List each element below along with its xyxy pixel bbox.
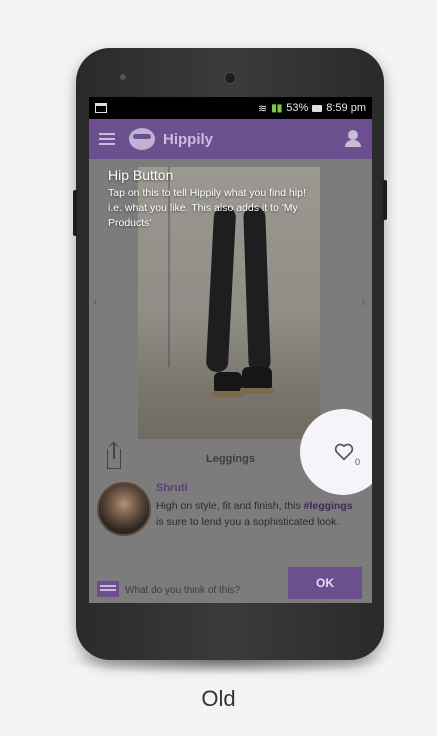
battery-icon xyxy=(312,104,323,112)
comment-input-row: OK xyxy=(89,567,372,603)
photo-shoe-left xyxy=(214,372,242,392)
carousel-next-arrow[interactable]: › xyxy=(361,293,366,309)
app-bar: Hippily xyxy=(89,119,372,159)
status-right: ≋ ▮▮ 53% 8:59 pm xyxy=(258,102,366,115)
volume-button xyxy=(73,190,77,236)
battery-percent: 53% xyxy=(286,102,309,114)
status-bar: ≋ ▮▮ 53% 8:59 pm xyxy=(89,97,372,119)
front-camera xyxy=(224,72,236,84)
photo-leg-right xyxy=(243,206,271,373)
comment-input[interactable] xyxy=(125,581,275,599)
featured-comment: Shruti High on style, fit and finish, th… xyxy=(97,482,367,562)
sensor-dot xyxy=(120,74,126,80)
signal-icon: ▮▮ xyxy=(271,102,283,114)
ok-button[interactable]: OK xyxy=(288,567,362,599)
app-title: Hippily xyxy=(163,130,214,148)
carousel-prev-arrow[interactable]: ‹ xyxy=(93,293,98,309)
comment-text: High on style, fit and finish, this #leg… xyxy=(156,498,362,530)
avatar[interactable] xyxy=(97,482,151,536)
like-count: 0 xyxy=(355,457,361,467)
comment-text-start: High on style, fit and finish, this xyxy=(156,500,304,512)
tooltip-title: Hip Button xyxy=(108,167,174,183)
comment-author[interactable]: Shruti xyxy=(156,482,188,494)
wifi-icon: ≋ xyxy=(257,102,268,115)
power-button xyxy=(383,180,387,220)
notification-icon xyxy=(95,103,107,113)
hippily-logo-icon xyxy=(129,128,155,150)
tooltip-body: Tap on this to tell Hippily what you fin… xyxy=(108,187,306,229)
photo-sole-right xyxy=(240,388,274,394)
photo-shoe-right xyxy=(242,367,272,389)
clock: 8:59 pm xyxy=(326,102,366,114)
hamburger-menu-icon[interactable] xyxy=(99,133,115,145)
heart-outline-icon[interactable] xyxy=(334,443,354,461)
hip-button-tooltip: Hip Button Tap on this to tell Hippily w… xyxy=(108,167,308,231)
comment-text-end: is sure to lend you a sophisticated look… xyxy=(156,516,340,528)
phone-screen: ≋ ▮▮ 53% 8:59 pm Hippily ‹ › Hip Button … xyxy=(89,97,372,603)
photo-leg-left xyxy=(205,206,237,373)
comment-icon xyxy=(97,581,119,597)
user-profile-icon[interactable] xyxy=(344,130,362,148)
hashtag-link[interactable]: #leggings xyxy=(304,500,353,512)
caption: Old xyxy=(201,686,236,711)
